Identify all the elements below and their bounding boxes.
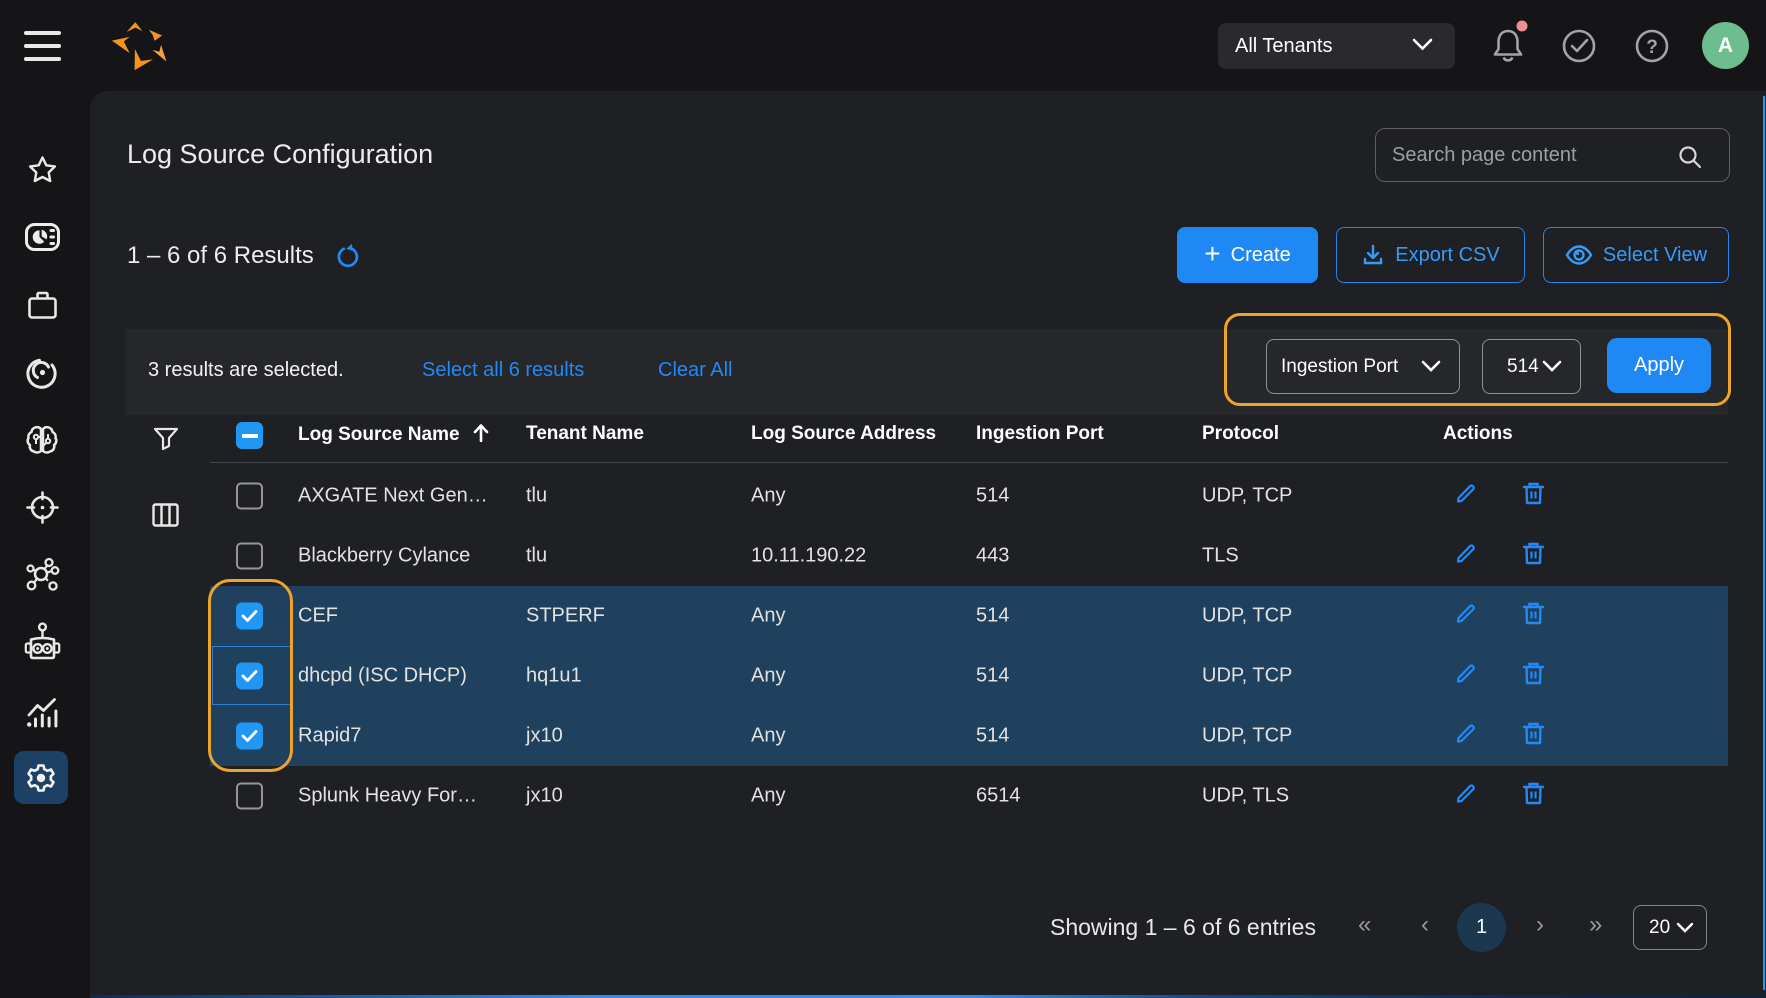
svg-text:?: ?	[1646, 37, 1658, 58]
